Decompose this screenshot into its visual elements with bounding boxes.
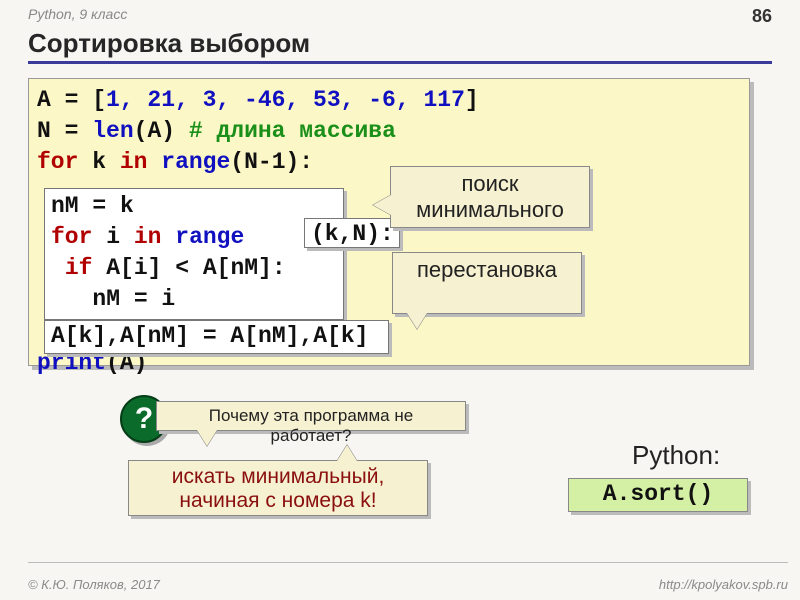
callout-tail-icon (407, 313, 427, 329)
callout-tail-icon (337, 445, 357, 461)
breadcrumb: Python, 9 класс (28, 6, 127, 27)
callout-swap-text: перестановка (417, 257, 557, 282)
callout-question: Почему эта программа не работает? (156, 401, 466, 431)
inner-box-swap: A[k],A[nM] = A[nM],A[k] (44, 320, 389, 354)
code-line-3: for k in range(N-1): (37, 147, 741, 178)
code-nm-assign: nM = i (51, 284, 337, 315)
code-line-1: A = [1, 21, 3, -46, 53, -6, 117] (37, 85, 741, 116)
header: Python, 9 класс 86 (28, 6, 772, 27)
page-number: 86 (752, 6, 772, 27)
callout-swap: перестановка (392, 252, 582, 314)
callout-answer: искать минимальный, начиная с номера k! (128, 460, 428, 516)
python-label: Python: (632, 440, 720, 471)
page-title: Сортировка выбором (28, 28, 772, 64)
footer: © К.Ю. Поляков, 2017 http://kpolyakov.sp… (28, 577, 788, 592)
callout-tail-icon (197, 430, 217, 446)
inner-box-search-min: nM = k for i in range if A[i] < A[nM]: n… (44, 188, 344, 320)
footer-url: http://kpolyakov.spb.ru (659, 577, 788, 592)
callout-answer-text: искать минимальный, начиная с номера k! (172, 465, 385, 512)
code-inner-for: for i in range (51, 222, 337, 253)
code-line-2: N = len(A) # длина массива (37, 116, 741, 147)
slide: Python, 9 класс 86 Сортировка выбором A … (0, 0, 800, 600)
footer-divider (28, 562, 788, 563)
callout-question-text: Почему эта программа не работает? (209, 406, 413, 445)
callout-search-min: поиск минимального (390, 166, 590, 228)
inner-box-range-args: (k,N): (304, 218, 400, 248)
footer-copyright: © К.Ю. Поляков, 2017 (28, 577, 160, 592)
code-if: if A[i] < A[nM]: (51, 253, 337, 284)
callout-tail-icon (373, 195, 391, 215)
code-nm-init: nM = k (51, 191, 337, 222)
sort-snippet: A.sort() (568, 478, 748, 512)
callout-search-min-text: поиск минимального (416, 171, 564, 222)
